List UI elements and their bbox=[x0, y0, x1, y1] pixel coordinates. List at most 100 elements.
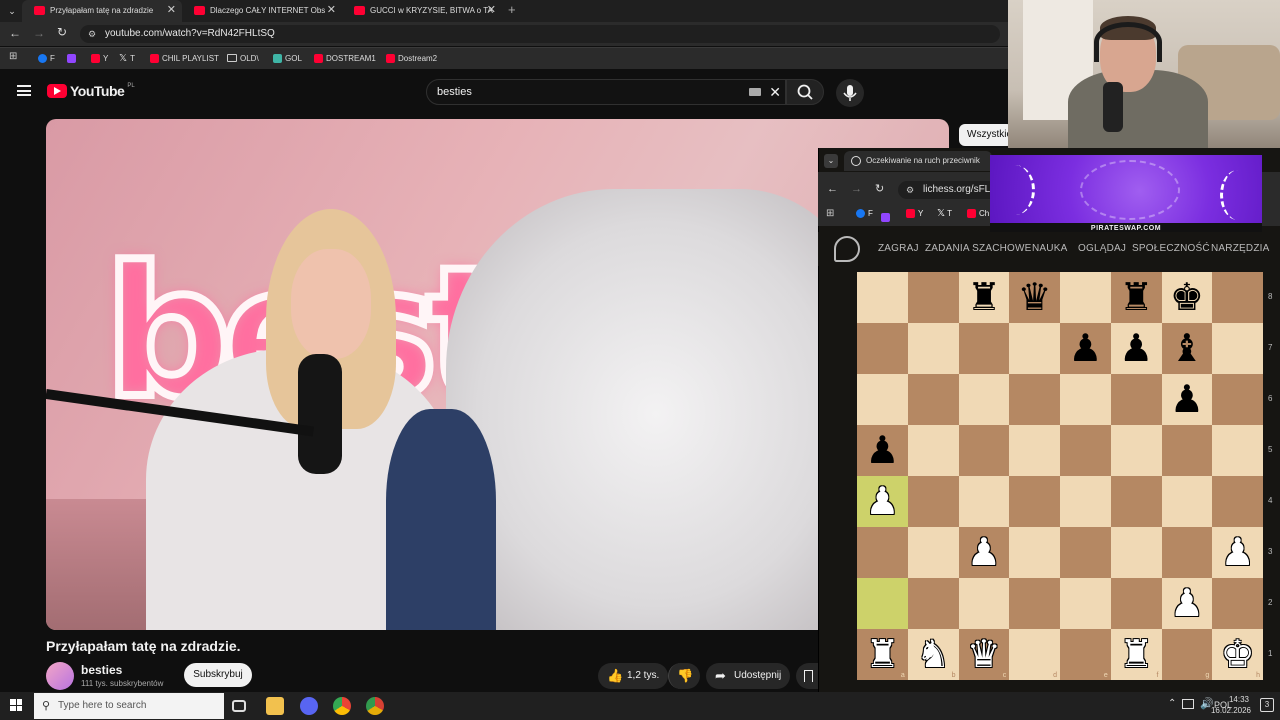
square-f1[interactable]: ♜ f bbox=[1110, 629, 1162, 680]
square-d2[interactable] bbox=[1009, 578, 1060, 629]
keyboard-icon[interactable] bbox=[749, 88, 761, 96]
nav-puzzles[interactable]: ZADANIA SZACHOWE bbox=[925, 243, 1032, 254]
reload-icon[interactable]: ↻ bbox=[57, 25, 67, 39]
bookmark-x[interactable]: 𝕏T bbox=[119, 50, 135, 66]
save-button[interactable] bbox=[796, 663, 818, 689]
bookmark-folder-old[interactable]: OLD\ bbox=[227, 50, 259, 66]
notifications-button[interactable]: 3 bbox=[1260, 698, 1274, 712]
site-info-icon[interactable]: ⚙ bbox=[906, 181, 914, 199]
bookmark-twitch[interactable] bbox=[881, 209, 890, 227]
square-c3[interactable]: ♟ bbox=[958, 527, 1010, 578]
square-c6[interactable] bbox=[958, 374, 1010, 425]
square-f4[interactable] bbox=[1110, 476, 1162, 527]
back-icon[interactable]: ← bbox=[9, 26, 21, 40]
nav-learn[interactable]: NAUKA bbox=[1032, 243, 1067, 254]
square-b6[interactable] bbox=[907, 374, 959, 425]
square-d4[interactable] bbox=[1009, 476, 1060, 527]
black-queen-icon[interactable]: ♛ bbox=[1018, 279, 1052, 317]
tab-close-icon[interactable]: ✕ bbox=[487, 4, 496, 16]
tab-close-icon[interactable]: ✕ bbox=[167, 4, 176, 16]
square-g4[interactable] bbox=[1161, 476, 1213, 527]
square-g7[interactable]: ♝ bbox=[1161, 323, 1213, 374]
nav-community[interactable]: SPOŁECZNOŚĆ bbox=[1132, 243, 1210, 254]
nav-play[interactable]: ZAGRAJ bbox=[878, 243, 919, 254]
black-bishop-icon[interactable]: ♝ bbox=[1170, 330, 1204, 368]
square-b7[interactable] bbox=[907, 323, 959, 374]
square-b5[interactable] bbox=[907, 425, 959, 476]
square-g1[interactable]: g bbox=[1161, 629, 1213, 680]
chrome-lichess-icon[interactable] bbox=[366, 697, 384, 715]
white-pawn-icon[interactable]: ♟ bbox=[1170, 585, 1204, 623]
square-d7[interactable] bbox=[1009, 323, 1060, 374]
nav-tools[interactable]: NARZĘDZIA bbox=[1211, 243, 1269, 254]
white-queen-icon[interactable]: ♛ bbox=[967, 636, 1001, 674]
square-h3[interactable]: ♟ bbox=[1212, 527, 1263, 578]
square-a6[interactable] bbox=[857, 374, 908, 425]
white-knight-icon[interactable]: ♞ bbox=[916, 636, 950, 674]
taskbar-search-input[interactable]: ⚲ Type here to search bbox=[34, 693, 224, 719]
bookmark-chil-playlist[interactable]: CHIL PLAYLIST bbox=[150, 50, 219, 66]
square-b8[interactable] bbox=[907, 272, 959, 323]
square-e5[interactable] bbox=[1060, 425, 1111, 476]
bookmark-dostream1[interactable]: DOSTREAM1 bbox=[314, 50, 376, 66]
black-pawn-icon[interactable]: ♟ bbox=[865, 432, 899, 470]
bookmark-twitch[interactable] bbox=[67, 50, 76, 66]
square-d5[interactable] bbox=[1009, 425, 1060, 476]
square-c7[interactable] bbox=[958, 323, 1010, 374]
clock-time[interactable]: 14:33 bbox=[1217, 695, 1261, 704]
square-a5[interactable]: ♟ bbox=[857, 425, 908, 476]
square-a7[interactable] bbox=[857, 323, 908, 374]
square-h4[interactable] bbox=[1212, 476, 1263, 527]
black-pawn-icon[interactable]: ♟ bbox=[1068, 330, 1102, 368]
tab-lichess[interactable]: Oczekiwanie na ruch przeciwnik bbox=[844, 151, 992, 171]
bookmark-youtube[interactable]: Y bbox=[91, 50, 108, 66]
nav-watch[interactable]: OGLĄDAJ bbox=[1078, 243, 1126, 254]
filter-chip-all[interactable]: Wszystkie bbox=[959, 124, 1013, 146]
bookmark-x[interactable]: 𝕏 T bbox=[937, 208, 952, 219]
square-e1[interactable]: e bbox=[1060, 629, 1111, 680]
black-king-icon[interactable]: ♚ bbox=[1170, 279, 1204, 317]
bookmark-youtube[interactable]: Y bbox=[906, 209, 923, 218]
square-g3[interactable] bbox=[1161, 527, 1213, 578]
menu-icon[interactable] bbox=[17, 85, 31, 96]
square-f3[interactable] bbox=[1110, 527, 1162, 578]
square-h8[interactable] bbox=[1212, 272, 1263, 323]
square-e6[interactable] bbox=[1060, 374, 1111, 425]
black-pawn-icon[interactable]: ♟ bbox=[1170, 381, 1204, 419]
lichess-address-bar[interactable]: ⚙ lichess.org/sFL9 bbox=[898, 181, 998, 199]
reload-icon[interactable]: ↻ bbox=[875, 182, 884, 195]
square-b1[interactable]: ♞ b bbox=[907, 629, 959, 680]
square-g5[interactable] bbox=[1161, 425, 1213, 476]
black-rook-icon[interactable]: ♜ bbox=[967, 279, 1001, 317]
like-button[interactable]: 👍 1,2 tys. bbox=[598, 663, 668, 689]
square-a2[interactable] bbox=[857, 578, 908, 629]
square-h6[interactable] bbox=[1212, 374, 1263, 425]
square-h1[interactable]: ♚ h bbox=[1212, 629, 1263, 680]
square-b3[interactable] bbox=[907, 527, 959, 578]
youtube-logo[interactable]: YouTube PL bbox=[47, 83, 135, 99]
black-pawn-icon[interactable]: ♟ bbox=[1119, 330, 1153, 368]
square-d6[interactable] bbox=[1009, 374, 1060, 425]
square-a4[interactable]: ♟ bbox=[857, 476, 908, 527]
square-f2[interactable] bbox=[1110, 578, 1162, 629]
search-button[interactable] bbox=[786, 79, 824, 105]
tab-list-button[interactable]: ⌄ bbox=[4, 3, 20, 19]
bookmark-facebook[interactable]: F bbox=[856, 209, 873, 218]
square-h5[interactable] bbox=[1212, 425, 1263, 476]
square-f7[interactable]: ♟ bbox=[1110, 323, 1162, 374]
apps-grid-icon[interactable]: ⊞ bbox=[826, 208, 834, 219]
voice-search-button[interactable] bbox=[836, 79, 864, 107]
dislike-button[interactable]: 👎 bbox=[668, 663, 700, 689]
bookmark-facebook[interactable]: F bbox=[38, 50, 55, 66]
new-tab-button[interactable]: + bbox=[508, 2, 516, 17]
discord-icon[interactable] bbox=[300, 697, 318, 715]
tab-youtube-2[interactable]: Dlaczego CAŁY INTERNET Obs ✕ bbox=[182, 0, 342, 22]
square-e7[interactable]: ♟ bbox=[1060, 323, 1111, 374]
square-e4[interactable] bbox=[1060, 476, 1111, 527]
square-g6[interactable]: ♟ bbox=[1161, 374, 1213, 425]
bookmark-dostream2[interactable]: Dostream2 bbox=[386, 50, 437, 66]
tab-youtube-3[interactable]: GUCCI w KRYZYSIE, BITWA o TA ✕ bbox=[342, 0, 502, 22]
square-a1[interactable]: ♜ a bbox=[857, 629, 908, 680]
tray-chevron-icon[interactable]: ⌃ bbox=[1168, 698, 1176, 709]
square-c2[interactable] bbox=[958, 578, 1010, 629]
